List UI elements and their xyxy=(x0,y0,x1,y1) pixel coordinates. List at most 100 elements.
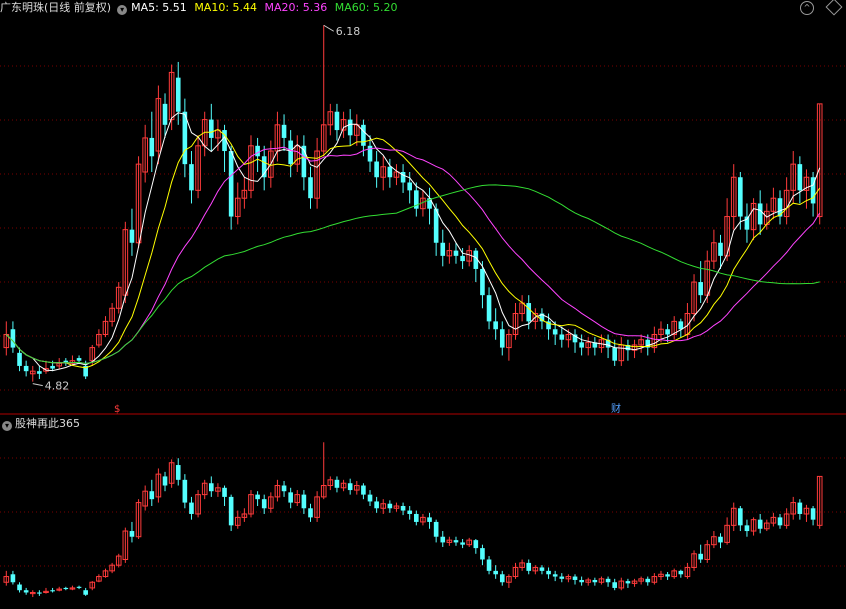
candle-body xyxy=(228,151,234,217)
candle-body xyxy=(37,371,42,374)
kline-chart[interactable]: 6.18 4.82 $ 财 xyxy=(0,0,846,609)
candle-body xyxy=(347,119,353,136)
sub-candle-body xyxy=(440,536,446,543)
sub-candle-body xyxy=(129,531,135,537)
ma20-value: MA20: 5.36 xyxy=(264,1,328,14)
candle-body xyxy=(486,295,492,322)
high-pointer xyxy=(323,24,334,32)
moving-average-lines xyxy=(5,112,821,372)
sub-candle-body xyxy=(83,590,88,595)
sub-candle-body xyxy=(810,508,816,520)
sub-candle-body xyxy=(777,517,783,526)
candle-body xyxy=(162,103,168,125)
sub-candle-body xyxy=(367,494,373,502)
candle-body xyxy=(480,268,485,296)
sub-candle-body xyxy=(308,508,313,518)
ma5-line xyxy=(5,112,821,372)
candle-body xyxy=(50,365,55,369)
sub-candle-body xyxy=(605,578,611,583)
indicator-name[interactable]: 股神再此365 xyxy=(15,417,80,430)
sub-candle-body xyxy=(209,483,214,492)
grid-lines xyxy=(0,65,846,567)
sub-candle-body xyxy=(592,579,598,583)
sub-candle-body xyxy=(50,590,55,592)
sub-candle-body xyxy=(559,576,565,579)
dropdown-circle-icon[interactable]: ▾ xyxy=(117,5,128,15)
sub-candle-body xyxy=(493,570,498,575)
up-chevron-icon[interactable]: ^ xyxy=(800,1,814,15)
sub-candle-body xyxy=(797,502,803,514)
sub-candle-body xyxy=(361,485,366,495)
chart-header: 广东明珠(日线 前复权) ▾ MA5: 5.51 MA10: 5.44 MA20: … xyxy=(0,0,401,16)
sub-candle-body xyxy=(228,496,234,526)
candle-body xyxy=(460,255,465,262)
candle-body xyxy=(374,161,379,178)
ma5-value: MA5: 5.51 xyxy=(131,1,187,14)
sub-candle-body xyxy=(579,579,584,583)
sub-candle-body xyxy=(625,581,631,584)
main-candles xyxy=(3,25,823,382)
candle-body xyxy=(288,140,293,165)
candle-body xyxy=(387,166,393,178)
candle-body xyxy=(665,329,670,335)
sub-candle-body xyxy=(539,567,545,571)
sub-candle-body xyxy=(288,492,293,503)
candle-body xyxy=(579,342,584,348)
candle-body xyxy=(129,229,135,243)
sub-candle-body xyxy=(546,570,551,575)
sub-candle-body xyxy=(572,576,578,580)
candle-body xyxy=(76,358,82,361)
sub-candle-body xyxy=(433,521,439,537)
candle-body xyxy=(559,334,565,340)
stock-label[interactable]: 广东明珠(日线 前复权) xyxy=(0,1,111,14)
candle-body xyxy=(255,145,260,157)
candle-body xyxy=(718,242,723,256)
sub-candle-body xyxy=(10,574,16,583)
ma60-line xyxy=(5,184,820,365)
dropdown-circle-icon[interactable]: ▾ xyxy=(2,421,12,431)
sub-candle-body xyxy=(698,553,703,560)
candle-body xyxy=(453,250,459,256)
price-annotations: 6.18 4.82 $ 财 xyxy=(32,24,621,415)
sub-candle-body xyxy=(189,502,194,514)
candle-body xyxy=(23,365,29,372)
candle-body xyxy=(175,77,181,112)
candle-body xyxy=(149,137,155,157)
candle-body xyxy=(281,124,287,138)
event-marker-finance: 财 xyxy=(611,402,621,415)
candle-body xyxy=(499,329,505,348)
ma10-line xyxy=(5,128,821,369)
low-pointer xyxy=(32,383,43,387)
sub-candles xyxy=(3,442,823,598)
sub-candle-body xyxy=(23,590,29,593)
sub-candle-body xyxy=(407,510,412,514)
candle-body xyxy=(612,347,617,361)
candle-body xyxy=(440,242,446,256)
sub-candle-body xyxy=(499,574,505,583)
sub-candle-body xyxy=(76,586,82,588)
sub-candle-body xyxy=(678,570,684,575)
sub-candle-body xyxy=(149,491,155,500)
candle-body xyxy=(209,119,214,138)
low-price-label: 4.82 xyxy=(45,380,70,393)
sub-candle-body xyxy=(334,479,340,488)
sub-candle-body xyxy=(261,499,267,509)
sub-candle-body xyxy=(281,485,287,492)
candle-body xyxy=(493,321,498,330)
sub-candle-body xyxy=(175,465,181,480)
candle-body xyxy=(678,321,684,330)
sub-candle-body xyxy=(665,574,670,577)
candle-body xyxy=(738,177,743,217)
sub-panel-header: ▾ 股神再此365 xyxy=(0,416,80,431)
candle-body xyxy=(361,124,366,146)
sub-candle-body xyxy=(453,540,459,543)
sub-candle-body xyxy=(552,574,558,577)
sub-candle-body xyxy=(460,542,465,545)
sub-candle-body xyxy=(162,476,168,486)
candle-body xyxy=(334,111,340,131)
candle-body xyxy=(407,182,412,191)
sub-candle-body xyxy=(526,562,532,571)
sub-candle-body xyxy=(744,525,750,532)
sub-candle-body xyxy=(17,584,22,591)
sub-candle-body xyxy=(414,513,419,522)
